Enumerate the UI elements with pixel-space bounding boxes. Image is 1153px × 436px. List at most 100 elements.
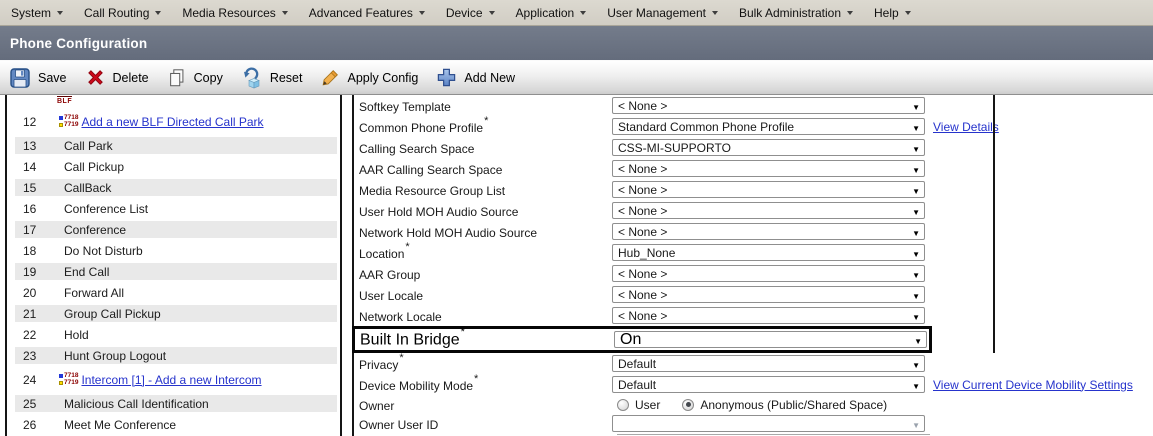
page-title: Phone Configuration <box>10 36 147 51</box>
view-details-link[interactable]: View Details <box>933 120 999 134</box>
intercom-add-new-link[interactable]: Intercom [1] - Add a new Intercom <box>81 373 261 387</box>
owner-user-radio[interactable] <box>617 399 629 411</box>
chevron-down-icon <box>912 417 920 431</box>
list-item: 24 7718 7719 Intercom [1] - Add a new In… <box>15 366 337 393</box>
aar-calling-search-space-select[interactable]: < None > <box>612 160 925 177</box>
softkey-template-select[interactable]: < None > <box>612 97 925 114</box>
list-item: 12 7718 7719 Add a new BLF Directed Call… <box>15 108 337 135</box>
calling-search-space-select[interactable]: CSS-MI-SUPPORTO <box>612 139 925 156</box>
delete-icon <box>85 67 106 88</box>
delete-button[interactable]: Delete <box>85 67 149 88</box>
row-number: 24 <box>15 373 59 387</box>
row-label: Group Call Pickup <box>59 307 161 321</box>
list-item: 26Meet Me Conference <box>15 414 337 435</box>
association-partial-row: BLF <box>7 95 340 108</box>
menu-help[interactable]: Help <box>874 6 911 20</box>
row-label: End Call <box>59 265 109 279</box>
add-new-icon <box>436 67 457 88</box>
copy-button[interactable]: Copy <box>167 68 223 88</box>
location-select[interactable]: Hub_None <box>612 244 925 261</box>
list-item: 16Conference List <box>15 198 337 219</box>
form-row-calling-search-space: Calling Search Space CSS-MI-SUPPORTO <box>354 137 1153 158</box>
network-hold-moh-audio-source-select[interactable]: < None > <box>612 223 925 240</box>
row-number: 26 <box>15 418 59 432</box>
chevron-down-icon <box>914 331 922 349</box>
privacy-select[interactable]: Default <box>612 355 925 372</box>
form-row-built-in-bridge: Built In Bridge* On <box>354 326 1153 353</box>
menu-media-resources[interactable]: Media Resources <box>182 6 287 20</box>
chevron-down-icon <box>912 162 920 176</box>
owner-user-radio-label: User <box>635 398 660 412</box>
add-new-button[interactable]: Add New <box>436 67 515 88</box>
row-label: Conference List <box>59 202 148 216</box>
built-in-bridge-select[interactable]: On <box>614 331 927 348</box>
chevron-down-icon <box>580 11 586 15</box>
form-row-media-resource-group-list: Media Resource Group List < None > <box>354 179 1153 200</box>
view-current-device-mobility-settings-link[interactable]: View Current Device Mobility Settings <box>933 378 1133 392</box>
owner-anonymous-radio[interactable] <box>682 399 694 411</box>
chevron-down-icon <box>712 11 718 15</box>
row-number: 25 <box>15 397 59 411</box>
form-row-aar-group: AAR Group < None > <box>354 263 1153 284</box>
reset-button[interactable]: Reset <box>241 67 303 89</box>
row-label: CallBack <box>59 181 111 195</box>
row-number: 18 <box>15 244 59 258</box>
menu-user-management[interactable]: User Management <box>607 6 718 20</box>
list-item: 21Group Call Pickup <box>15 303 337 324</box>
common-phone-profile-select[interactable]: Standard Common Phone Profile <box>612 118 925 135</box>
device-mobility-mode-select[interactable]: Default <box>612 376 925 393</box>
menu-application[interactable]: Application <box>516 6 587 20</box>
field-label: Network Locale <box>354 307 612 324</box>
apply-config-button[interactable]: Apply Config <box>320 68 418 88</box>
field-label: Network Hold MOH Audio Source <box>354 223 612 240</box>
field-label: AAR Group <box>354 265 612 282</box>
form-row-softkey-template: Softkey Template < None > <box>354 95 1153 116</box>
aar-group-select[interactable]: < None > <box>612 265 925 282</box>
form-row-aar-calling-search-space: AAR Calling Search Space < None > <box>354 158 1153 179</box>
list-item: 23Hunt Group Logout <box>15 345 337 366</box>
owner-user-id-select[interactable] <box>612 415 925 432</box>
menu-device[interactable]: Device <box>446 6 495 20</box>
user-hold-moh-audio-source-select[interactable]: < None > <box>612 202 925 219</box>
list-item: 22Hold <box>15 324 337 345</box>
blf-mini-icon: BLF <box>57 96 72 105</box>
next-row-partial-edge <box>617 434 930 435</box>
chevron-down-icon <box>912 357 920 371</box>
yellow-line-square-icon <box>59 123 63 127</box>
list-item: 19End Call <box>15 261 337 282</box>
menu-call-routing[interactable]: Call Routing <box>84 6 161 20</box>
action-toolbar: Save Delete Copy Reset Apply Config Add … <box>0 60 1153 95</box>
menu-bulk-administration[interactable]: Bulk Administration <box>739 6 853 20</box>
chevron-down-icon <box>905 11 911 15</box>
row-number: 19 <box>15 265 59 279</box>
chevron-down-icon <box>57 11 63 15</box>
user-locale-select[interactable]: < None > <box>612 286 925 303</box>
save-button[interactable]: Save <box>9 67 67 89</box>
menu-system[interactable]: System <box>11 6 63 20</box>
yellow-line-square-icon <box>59 381 63 385</box>
chevron-down-icon <box>912 246 920 260</box>
form-row-privacy: Privacy* Default <box>354 353 1153 374</box>
chevron-down-icon <box>912 267 920 281</box>
menu-advanced-features[interactable]: Advanced Features <box>309 6 425 20</box>
apply-config-icon <box>320 68 340 88</box>
field-label: User Hold MOH Audio Source <box>354 202 612 219</box>
phone-configuration-window: System Call Routing Media Resources Adva… <box>0 0 1153 436</box>
row-number: 23 <box>15 349 59 363</box>
reset-icon <box>241 67 263 89</box>
chevron-down-icon <box>282 11 288 15</box>
copy-icon <box>167 68 187 88</box>
media-resource-group-list-select[interactable]: < None > <box>612 181 925 198</box>
add-blf-directed-call-park-link[interactable]: Add a new BLF Directed Call Park <box>81 115 263 129</box>
field-label: Media Resource Group List <box>354 181 612 198</box>
chevron-down-icon <box>912 204 920 218</box>
field-label: Privacy* <box>354 355 612 372</box>
form-row-owner: Owner User Anonymous (Public/Shared Spac… <box>354 395 1153 414</box>
list-item: 20Forward All <box>15 282 337 303</box>
network-locale-select[interactable]: < None > <box>612 307 925 324</box>
list-item: 17Conference <box>15 219 337 240</box>
chevron-down-icon <box>912 288 920 302</box>
form-row-owner-user-id: Owner User ID <box>354 414 1153 433</box>
field-label: Owner <box>354 396 612 413</box>
association-list: 12 7718 7719 Add a new BLF Directed Call… <box>7 108 340 435</box>
